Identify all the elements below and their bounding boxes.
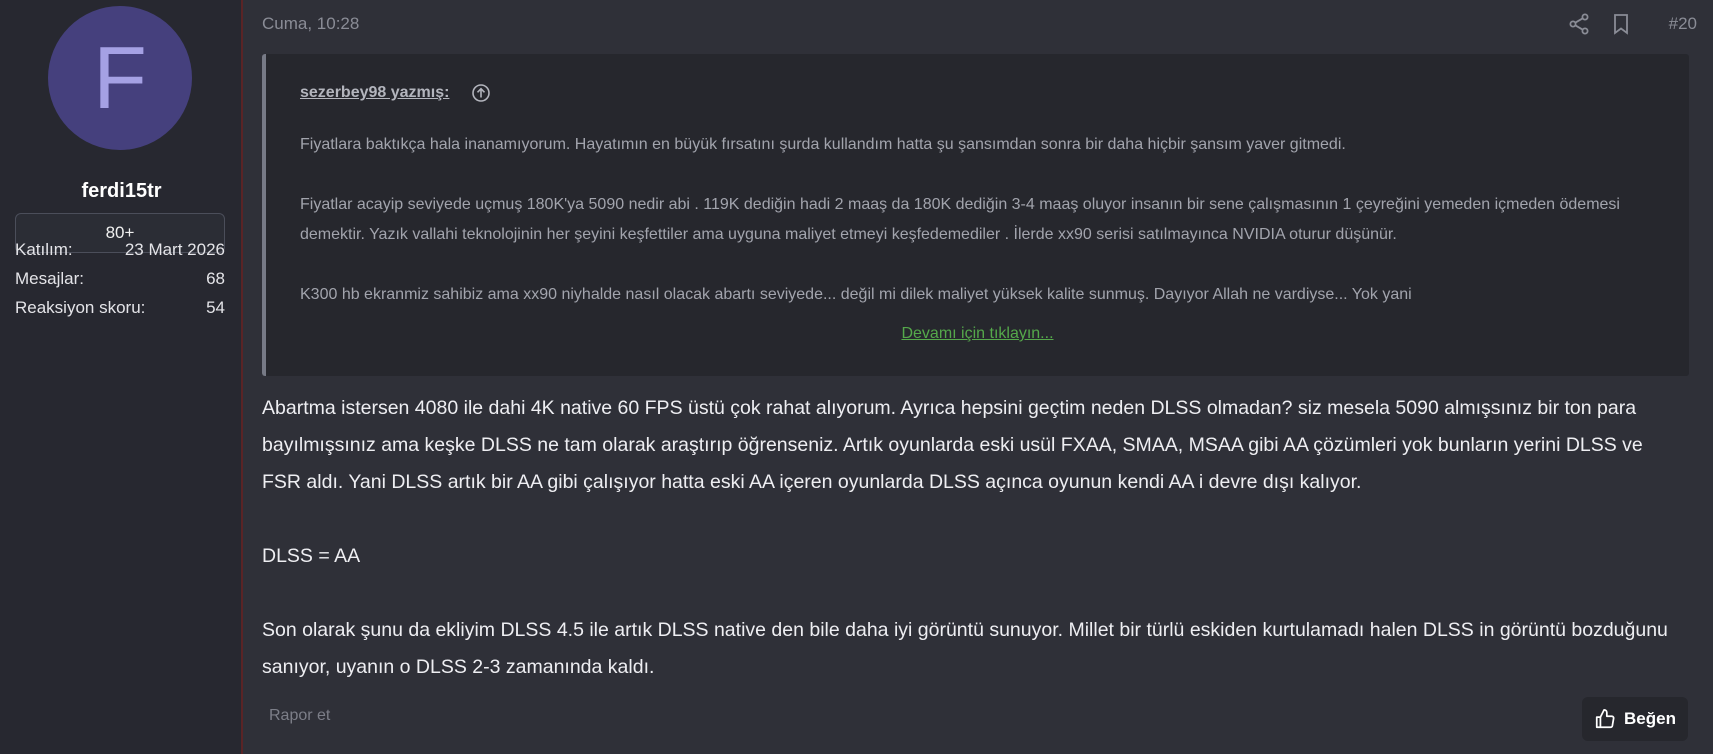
stat-label: Katılım:: [15, 240, 73, 259]
stat-row-messages: Mesajlar: 68: [15, 269, 225, 293]
bookmark-icon[interactable]: [1609, 12, 1633, 36]
stat-label: Reaksiyon skoru:: [15, 298, 146, 317]
quote-expand-link[interactable]: Devamı için tıklayın...: [266, 325, 1689, 343]
message-body: Abartma istersen 4080 ile dahi 4K native…: [262, 390, 1682, 723]
stat-label: Mesajlar:: [15, 269, 84, 288]
stat-row-joined: Katılım: 23 Mart 2026: [15, 240, 225, 264]
avatar[interactable]: F: [48, 6, 192, 150]
like-button-label: Beğen: [1624, 709, 1676, 728]
like-button[interactable]: Beğen: [1582, 697, 1688, 741]
post-timestamp[interactable]: Cuma, 10:28: [262, 14, 359, 34]
thumbs-up-icon: [1595, 708, 1615, 729]
message-paragraph: Abartma istersen 4080 ile dahi 4K native…: [262, 397, 1643, 493]
quote-paragraph: Fiyatlar acayip seviyede uçmuş 180K'ya 5…: [300, 196, 1620, 243]
message-paragraph: Son olarak şunu da ekliyim DLSS 4.5 ile …: [262, 619, 1668, 678]
user-sidebar: F ferdi15tr 80+ Katılım: 23 Mart 2026 Me…: [0, 0, 243, 754]
stat-row-reaction-score: Reaksiyon skoru: 54: [15, 298, 225, 322]
share-icon[interactable]: [1567, 12, 1591, 36]
post-number[interactable]: #20: [1669, 14, 1697, 34]
username[interactable]: ferdi15tr: [0, 180, 243, 203]
post-actions: #20: [1567, 12, 1697, 36]
report-link[interactable]: Rapor et: [269, 707, 330, 725]
quote-block: sezerbey98 yazmış: Fiyatlara baktıkça ha…: [262, 54, 1689, 376]
quote-paragraph: Fiyatlara baktıkça hala inanamıyorum. Ha…: [300, 136, 1346, 153]
stat-value: 23 Mart 2026: [124, 240, 225, 259]
quote-author-link[interactable]: sezerbey98 yazmış:: [300, 84, 449, 102]
message-paragraph: DLSS = AA: [262, 545, 361, 567]
arrow-up-circle-icon[interactable]: [471, 83, 491, 103]
stat-value: 54: [206, 298, 225, 317]
stat-value: 68: [206, 269, 225, 288]
